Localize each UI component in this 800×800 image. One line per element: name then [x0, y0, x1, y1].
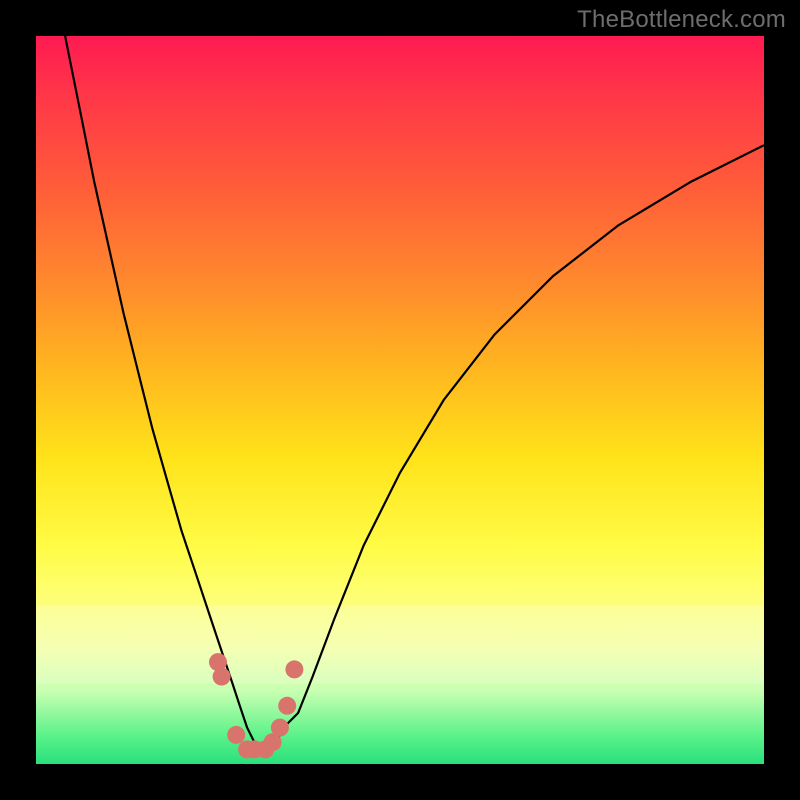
marker-dot — [285, 660, 303, 678]
bottleneck-curve — [65, 36, 764, 749]
marker-dot — [271, 719, 289, 737]
marker-dot — [213, 668, 231, 686]
plot-area — [36, 36, 764, 764]
watermark-text: TheBottleneck.com — [577, 6, 786, 34]
marker-dot — [278, 697, 296, 715]
chart-frame: TheBottleneck.com — [0, 0, 800, 800]
curve-layer — [36, 36, 764, 764]
marker-dot — [227, 726, 245, 744]
sample-dots — [209, 653, 303, 758]
